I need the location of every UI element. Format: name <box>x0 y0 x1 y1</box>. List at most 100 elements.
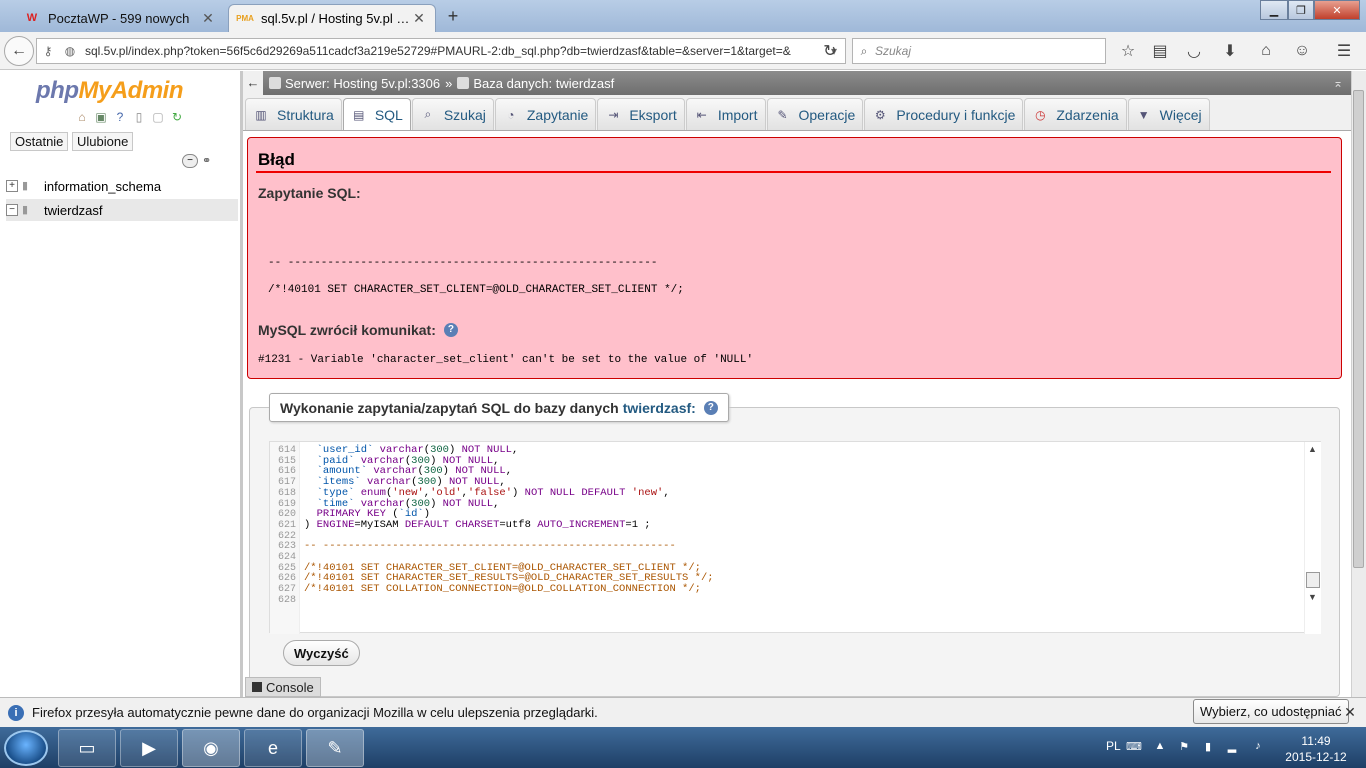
keyboard-icon[interactable]: ⌨ <box>1126 740 1142 756</box>
flag-icon[interactable]: ⚑ <box>1176 740 1192 756</box>
search-input[interactable]: ⌕ Szukaj <box>852 38 1106 64</box>
browser-tab-pocztawp[interactable]: W PocztaWP - 599 nowych ✕ <box>16 4 224 32</box>
tab-operations[interactable]: ✎ Operacje <box>766 98 864 130</box>
firefox-taskbar-icon[interactable]: ◉ <box>182 729 240 767</box>
tab-structure[interactable]: ▥ Struktura <box>245 98 342 130</box>
media-player-taskbar-icon[interactable]: ▶ <box>120 729 178 767</box>
line-number: 621 <box>277 519 296 531</box>
sql-editor[interactable]: 614 615 616 617 618 619 620 621 622 623 624 625 626 6… <box>269 441 1321 634</box>
error-title: Błąd <box>258 150 295 169</box>
notification-text: Firefox przesyła automatycznie pewne dan… <box>32 705 598 720</box>
minimize-window-icon[interactable]: ▁ <box>1260 0 1288 20</box>
tray-expand-icon[interactable]: ▲ <box>1152 740 1168 756</box>
tray-clock[interactable]: 11:49 2015-12-12 <box>1276 733 1356 765</box>
tray-language[interactable]: PL <box>1106 739 1121 753</box>
browser-nav-bar: ← ⚷ ◍ sql.5v.pl/index.php?token=56f5c6d2… <box>0 32 1366 70</box>
url-bar[interactable]: ⚷ ◍ sql.5v.pl/index.php?token=56f5c6d292… <box>36 38 846 64</box>
browser-tab-phpmyadmin[interactable]: PMA sql.5v.pl / Hosting 5v.pl / t... ✕ <box>228 4 436 32</box>
collapse-top-icon[interactable]: ⌅ <box>1333 76 1343 90</box>
line-number: 615 <box>277 455 296 467</box>
console-toggle[interactable]: Console <box>245 677 321 697</box>
menu-icon[interactable]: ☰ <box>1330 38 1358 64</box>
editor-scrollbar[interactable]: ▲ ▼ <box>1304 442 1321 634</box>
db-name[interactable]: information_schema <box>44 179 161 194</box>
favorites-button[interactable]: Ulubione <box>72 132 134 151</box>
tab-label: Eksport <box>629 106 677 123</box>
recent-button[interactable]: Ostatnie <box>10 132 69 151</box>
line-number: 617 <box>277 477 296 489</box>
line-number: 616 <box>277 466 296 478</box>
expand-icon[interactable]: + <box>6 180 18 192</box>
ie-taskbar-icon[interactable]: e <box>244 729 302 767</box>
editor-scroll-thumb[interactable] <box>1306 572 1320 588</box>
close-icon[interactable]: ✕ <box>1340 702 1360 722</box>
breadcrumb: ← Serwer: Hosting 5v.pl:3306 » Baza dany… <box>243 71 1351 95</box>
search-icon: ⌕ <box>860 43 868 58</box>
tab-more[interactable]: ▼ Więcej <box>1127 98 1210 130</box>
close-tab-icon[interactable]: ✕ <box>200 10 216 27</box>
notepadpp-taskbar-icon[interactable]: ✎ <box>306 729 364 767</box>
help-icon[interactable]: ? <box>443 323 458 337</box>
error-query-label: Zapytanie SQL: <box>258 185 361 201</box>
download-icon[interactable]: ⬇ <box>1216 38 1244 64</box>
page-scroll-thumb[interactable] <box>1353 90 1364 568</box>
db-tree-item[interactable]: + ▮ information_schema <box>6 175 238 197</box>
collapse-icon[interactable]: − <box>6 204 18 216</box>
bookmark-star-icon[interactable]: ☆ <box>1114 38 1142 64</box>
docs-icon[interactable]: ▯ <box>131 109 147 125</box>
start-button[interactable] <box>4 730 48 766</box>
chevron-down-icon: ▼ <box>1137 107 1150 122</box>
new-tab-icon[interactable]: + <box>444 5 462 27</box>
db-tree-item[interactable]: − ▮ twierdzasf <box>6 199 238 221</box>
logout-icon[interactable]: ▣ <box>93 109 109 125</box>
sql-legend-db[interactable]: twierdzasf: <box>623 400 696 416</box>
scroll-down-icon[interactable]: ▼ <box>1308 592 1317 602</box>
tab-label: Zapytanie <box>526 106 589 123</box>
code-line: ) ENGINE=MyISAM DEFAULT CHARSET=utf8 AUT… <box>304 518 651 531</box>
tab-sql[interactable]: ▤ SQL <box>342 98 411 130</box>
link-icon[interactable]: ⚭ <box>202 154 216 168</box>
explorer-taskbar-icon[interactable]: ▭ <box>58 729 116 767</box>
tab-query[interactable]: ◔ Zapytanie <box>494 98 597 130</box>
tab-label: Procedury i funkcje <box>896 106 1016 123</box>
reload-icon[interactable]: ↻ <box>169 109 185 125</box>
database-icon <box>457 77 470 89</box>
db-name[interactable]: twierdzasf <box>44 203 103 218</box>
close-window-icon[interactable]: ✕ <box>1314 0 1360 20</box>
tab-import[interactable]: ⇤ Import <box>685 98 766 130</box>
tab-events[interactable]: ◷ Zdarzenia <box>1024 98 1127 130</box>
database-icon: ▮ <box>22 180 29 192</box>
pma-quick-icons: ⌂ ▣ ? ▯ ▢ ↻ <box>74 109 185 125</box>
logo-admin: Admin <box>110 77 184 104</box>
browser-tab-label: sql.5v.pl / Hosting 5v.pl / t... <box>261 11 411 26</box>
clear-button[interactable]: Wyczyść <box>283 640 360 666</box>
home-icon[interactable]: ⌂ <box>1252 38 1280 64</box>
hello-icon[interactable]: ☺ <box>1288 38 1316 64</box>
scroll-up-icon[interactable]: ▲ <box>1308 444 1317 454</box>
breadcrumb-database[interactable]: Baza danych: twierdzasf <box>473 76 614 91</box>
collapse-all-icon[interactable]: − <box>182 154 198 168</box>
tab-export[interactable]: ⇥ Eksport <box>597 98 685 130</box>
battery-icon[interactable]: ▮ <box>1200 740 1216 756</box>
back-arrow-icon[interactable]: ← <box>243 71 263 95</box>
help-icon[interactable]: ? <box>112 109 128 125</box>
reading-list-icon[interactable]: ▤ <box>1146 38 1174 64</box>
breadcrumb-server[interactable]: Serwer: Hosting 5v.pl:3306 <box>285 76 440 91</box>
pma-logo[interactable]: phpMyAdmin <box>36 77 184 105</box>
reload-icon[interactable]: ↻ <box>816 38 844 64</box>
console-label: Console <box>266 679 314 695</box>
tab-routines[interactable]: ⚙ Procedury i funkcje <box>864 98 1024 130</box>
server-icon <box>269 77 281 89</box>
settings-icon[interactable]: ▢ <box>150 109 166 125</box>
back-arrow-icon[interactable]: ← <box>4 36 34 66</box>
tab-search[interactable]: ⌕ Szukaj <box>411 98 494 130</box>
volume-icon[interactable]: ♪ <box>1250 740 1266 756</box>
home-icon[interactable]: ⌂ <box>74 109 90 125</box>
choose-sharing-button[interactable]: Wybierz, co udostępniać <box>1193 699 1349 724</box>
network-icon[interactable]: ▂ <box>1224 740 1240 756</box>
maximize-window-icon[interactable]: ❐ <box>1288 0 1314 20</box>
close-tab-icon[interactable]: ✕ <box>411 10 427 27</box>
help-icon[interactable]: ? <box>703 400 718 415</box>
pma-main-panel: ← Serwer: Hosting 5v.pl:3306 » Baza dany… <box>243 71 1351 697</box>
pocket-icon[interactable]: ◡ <box>1180 38 1208 64</box>
